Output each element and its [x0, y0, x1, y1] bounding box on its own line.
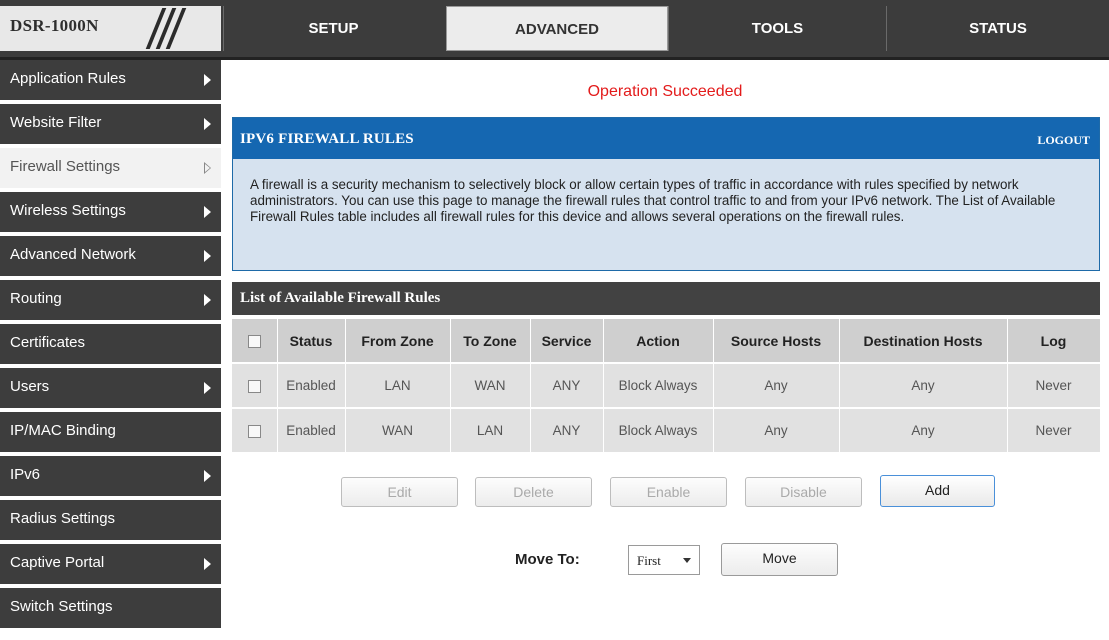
- tab-tools[interactable]: TOOLS: [668, 6, 886, 51]
- column-header: Source Hosts: [713, 319, 840, 363]
- panel-description: A firewall is a security mechanism to se…: [250, 177, 1056, 224]
- table-cell: WAN: [345, 407, 451, 452]
- chevron-right-icon: [204, 118, 211, 130]
- delete-button[interactable]: Delete: [475, 477, 592, 507]
- row-select-cell[interactable]: [232, 407, 278, 452]
- sidebar-item-label: Users: [10, 378, 50, 395]
- sidebar-item-ipv6[interactable]: IPv6: [0, 456, 221, 498]
- sidebar-item-captive-portal[interactable]: Captive Portal: [0, 544, 221, 586]
- sidebar-item-label: Radius Settings: [10, 510, 116, 527]
- sidebar-item-advanced-network[interactable]: Advanced Network: [0, 236, 221, 278]
- column-header: Destination Hosts: [839, 319, 1008, 363]
- move-position-value: First: [637, 553, 661, 568]
- table-cell: Block Always: [603, 362, 714, 408]
- sidebar-item-label: Application Rules: [10, 70, 126, 87]
- sidebar-item-certificates[interactable]: Certificates: [0, 324, 221, 366]
- table-cell: WAN: [450, 362, 531, 408]
- chevron-right-icon: [204, 470, 211, 482]
- enable-button[interactable]: Enable: [610, 477, 727, 507]
- dropdown-arrow-icon: [683, 558, 691, 563]
- select-all-cell[interactable]: [232, 319, 278, 363]
- select-all-checkbox[interactable]: [247, 335, 261, 349]
- edit-button[interactable]: Edit: [341, 477, 458, 507]
- column-header: Service: [530, 319, 604, 363]
- chevron-right-icon: [204, 558, 211, 570]
- logo: DSR-1000N: [0, 6, 221, 51]
- column-header: To Zone: [450, 319, 531, 363]
- sidebar-item-label: Certificates: [10, 334, 86, 351]
- tab-setup[interactable]: SETUP: [223, 6, 443, 51]
- table-cell: Any: [839, 362, 1008, 408]
- table-cell: ANY: [530, 407, 604, 452]
- firewall-rules-panel: IPV6 FIREWALL RULES LOGOUT A firewall is…: [232, 117, 1100, 271]
- status-message: Operation Succeeded: [587, 83, 743, 100]
- chevron-right-icon: [204, 206, 211, 218]
- sidebar-item-application-rules[interactable]: Application Rules: [0, 60, 221, 102]
- chevron-right-icon: [204, 162, 211, 174]
- sidebar-item-switch-settings[interactable]: Switch Settings: [0, 588, 221, 630]
- row-select-cell[interactable]: [232, 362, 278, 408]
- sidebar-item-label: Firewall Settings: [10, 158, 121, 175]
- table-row: Enabled WAN LAN ANY Block Always Any Any…: [232, 407, 1101, 452]
- move-button[interactable]: Move: [721, 543, 838, 576]
- column-header: Log: [1007, 319, 1101, 363]
- sidebar-item-radius-settings[interactable]: Radius Settings: [0, 500, 221, 542]
- table-cell: Enabled: [277, 362, 346, 408]
- sidebar-item-label: Website Filter: [10, 114, 102, 131]
- firewall-rules-table: Status From Zone To Zone Service Action …: [232, 319, 1101, 452]
- chevron-right-icon: [204, 74, 211, 86]
- tab-advanced[interactable]: ADVANCED: [446, 6, 668, 51]
- rules-list-title: List of Available Firewall Rules: [240, 290, 441, 306]
- move-position-select[interactable]: First: [628, 545, 700, 575]
- sidebar-item-firewall-settings[interactable]: Firewall Settings: [0, 148, 221, 190]
- column-header: Action: [603, 319, 714, 363]
- table-cell: Enabled: [277, 407, 346, 452]
- table-cell: Any: [839, 407, 1008, 452]
- rules-list-header: List of Available Firewall Rules: [232, 282, 1100, 315]
- row-checkbox[interactable]: [247, 379, 261, 393]
- logout-link[interactable]: LOGOUT: [1037, 133, 1090, 148]
- sidebar-item-users[interactable]: Users: [0, 368, 221, 410]
- move-to-label: Move To:: [515, 551, 580, 568]
- sidebar-item-label: Captive Portal: [10, 554, 105, 571]
- table-header-row: Status From Zone To Zone Service Action …: [232, 319, 1101, 363]
- table-row: Enabled LAN WAN ANY Block Always Any Any…: [232, 362, 1101, 408]
- disable-button[interactable]: Disable: [745, 477, 862, 507]
- table-cell: LAN: [345, 362, 451, 408]
- sidebar-item-label: Switch Settings: [10, 598, 113, 615]
- table-cell: LAN: [450, 407, 531, 452]
- table-cell: Any: [713, 407, 840, 452]
- sidebar-item-label: Advanced Network: [10, 246, 136, 263]
- table-cell: Never: [1007, 362, 1101, 408]
- column-header: From Zone: [345, 319, 451, 363]
- sidebar-item-label: Routing: [10, 290, 62, 307]
- sidebar-item-label: IP/MAC Binding: [10, 422, 116, 439]
- chevron-right-icon: [204, 250, 211, 262]
- sidebar-item-routing[interactable]: Routing: [0, 280, 221, 322]
- sidebar-item-ip-mac-binding[interactable]: IP/MAC Binding: [0, 412, 221, 454]
- sidebar: Application Rules Website Filter Firewal…: [0, 60, 221, 640]
- tab-status[interactable]: STATUS: [886, 6, 1109, 51]
- table-cell: Block Always: [603, 407, 714, 452]
- sidebar-item-label: Wireless Settings: [10, 202, 126, 219]
- top-navigation-bar: DSR-1000N SETUP ADVANCED TOOLS STATUS: [0, 0, 1109, 60]
- row-checkbox[interactable]: [247, 424, 261, 438]
- sidebar-item-label: IPv6: [10, 466, 41, 483]
- sidebar-item-wireless-settings[interactable]: Wireless Settings: [0, 192, 221, 234]
- panel-header: IPV6 FIREWALL RULES LOGOUT: [233, 118, 1099, 159]
- table-cell: Any: [713, 362, 840, 408]
- chevron-right-icon: [204, 382, 211, 394]
- logo-text: DSR-1000N: [10, 16, 99, 35]
- page-title: IPV6 FIREWALL RULES: [240, 131, 414, 147]
- chevron-right-icon: [204, 294, 211, 306]
- table-cell: ANY: [530, 362, 604, 408]
- add-button[interactable]: Add: [880, 475, 995, 507]
- table-cell: Never: [1007, 407, 1101, 452]
- sidebar-item-website-filter[interactable]: Website Filter: [0, 104, 221, 146]
- column-header: Status: [277, 319, 346, 363]
